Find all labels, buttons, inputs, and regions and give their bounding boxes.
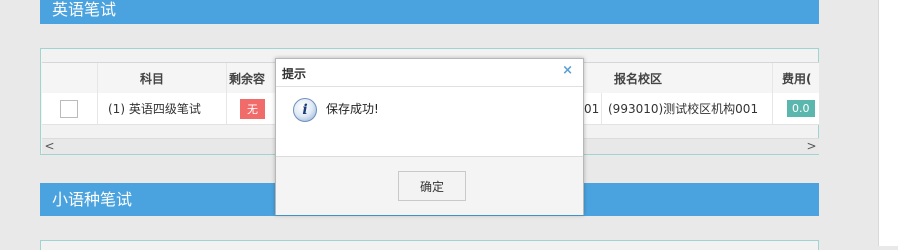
- header-subject: 科目: [98, 63, 227, 93]
- minor-languages-panel: [40, 240, 819, 250]
- close-icon[interactable]: ×: [562, 63, 573, 78]
- header-checkbox-cell: [42, 63, 98, 93]
- row-fee-cell: 0.0: [773, 93, 819, 124]
- scroll-left-icon[interactable]: <: [42, 139, 57, 154]
- alert-dialog: 提示 × i 保存成功! 确定: [275, 58, 584, 215]
- dialog-titlebar: 提示 ×: [276, 59, 583, 87]
- section-header-english: 英语笔试: [40, 0, 819, 24]
- fee-badge: 0.0: [787, 100, 815, 117]
- dialog-footer: 确定: [276, 156, 583, 215]
- header-fee: 费用(: [782, 71, 812, 86]
- header-campus: 报名校区: [602, 63, 773, 93]
- ok-button[interactable]: 确定: [398, 171, 466, 201]
- right-scroll-strip: [878, 0, 898, 246]
- dialog-message: 保存成功!: [326, 102, 379, 116]
- row-subject: (1) 英语四级笔试: [98, 93, 227, 124]
- dialog-body: i 保存成功!: [276, 87, 583, 155]
- dialog-title: 提示: [282, 67, 307, 81]
- row-checkbox[interactable]: [60, 99, 78, 118]
- row-checkbox-cell: [42, 93, 98, 124]
- scroll-right-icon[interactable]: >: [804, 139, 819, 154]
- info-icon: i: [293, 98, 317, 122]
- row-campus: (993010)测试校区机构001: [602, 93, 773, 124]
- status-badge: 无: [240, 98, 265, 119]
